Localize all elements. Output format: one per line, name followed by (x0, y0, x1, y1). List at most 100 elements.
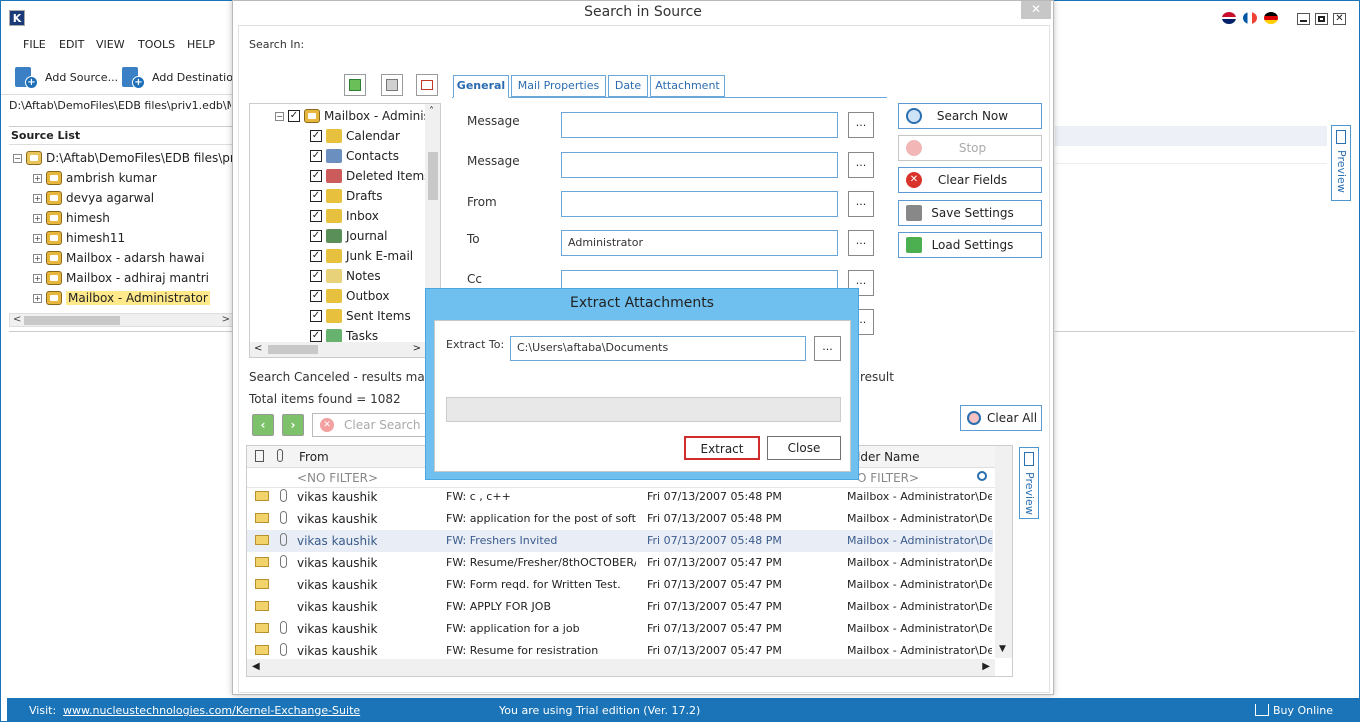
clear-all-button[interactable]: Clear All (960, 405, 1042, 431)
clear-search-button[interactable]: ✕ Clear Search (312, 413, 430, 437)
expand-icon[interactable]: + (33, 293, 42, 303)
extract-button[interactable]: Extract (684, 436, 760, 460)
add-source-button[interactable]: + Add Source... (13, 63, 118, 91)
checkbox[interactable]: ✓ (310, 210, 322, 222)
tab-date[interactable]: Date (608, 75, 648, 97)
source-item[interactable]: + ambrish kumar (33, 168, 157, 188)
scroll-right-icon[interactable]: > (413, 343, 421, 354)
menu-view[interactable]: VIEW (96, 38, 125, 51)
checkbox[interactable]: ✓ (310, 190, 322, 202)
folder-item[interactable]: ✓ Deleted Items (310, 166, 430, 186)
select-options-button[interactable] (416, 74, 438, 96)
uncheck-all-button[interactable] (381, 74, 403, 96)
scrollbar-thumb[interactable] (24, 316, 120, 325)
expand-icon[interactable]: + (33, 193, 42, 203)
from-filter[interactable]: <NO FILTER> (297, 471, 378, 485)
french-flag-icon[interactable] (1243, 12, 1257, 24)
column-folder-name[interactable]: lder Name (857, 450, 919, 464)
source-item[interactable]: + Mailbox - adhiraj mantri (33, 268, 209, 288)
message-2-browse-button[interactable]: ... (848, 152, 874, 178)
checkbox[interactable]: ✓ (310, 170, 322, 182)
scroll-left-icon[interactable]: ◀ (252, 661, 260, 672)
check-all-button[interactable] (344, 74, 366, 96)
folder-item[interactable]: ✓ Journal (310, 226, 388, 246)
close-window-button[interactable]: ✕ (1333, 13, 1346, 25)
folder-filter[interactable]: O FILTER> (857, 471, 919, 485)
search-now-button[interactable]: Search Now (898, 103, 1042, 129)
to-browse-button[interactable]: ... (848, 230, 874, 256)
menu-edit[interactable]: EDIT (59, 38, 84, 51)
expand-icon[interactable]: + (33, 233, 42, 243)
scroll-left-icon[interactable]: < (13, 314, 21, 325)
message-browse-button[interactable]: ... (848, 112, 874, 138)
scroll-left-icon[interactable]: < (254, 343, 262, 354)
search-icon[interactable] (977, 471, 987, 481)
scroll-right-icon[interactable]: > (222, 314, 230, 325)
source-root[interactable]: − D:\Aftab\DemoFiles\EDB files\pri (13, 148, 238, 168)
buy-online-link[interactable]: Buy Online (1273, 704, 1333, 717)
tab-mail-properties[interactable]: Mail Properties (511, 75, 606, 97)
table-row[interactable]: vikas kaushik FW: application for the pos… (247, 508, 993, 530)
folder-item[interactable]: ✓ Junk E-mail (310, 246, 413, 266)
scroll-down-icon[interactable]: ▼ (999, 644, 1006, 654)
preview-side-tab[interactable]: Preview (1331, 125, 1351, 201)
previous-button[interactable]: ‹ (252, 414, 274, 436)
column-from[interactable]: From (299, 450, 329, 464)
tab-attachment[interactable]: Attachment (650, 75, 725, 97)
table-row[interactable]: vikas kaushik FW: Resume/Fresher/8thOCTOB… (247, 552, 993, 574)
folder-root[interactable]: − ✓ Mailbox - Adminis (275, 106, 430, 126)
menu-help[interactable]: HELP (187, 38, 215, 51)
stop-button[interactable]: Stop (898, 135, 1042, 161)
table-row[interactable]: vikas kaushik FW: Freshers Invited Fri 07/… (247, 530, 993, 552)
collapse-icon[interactable]: − (13, 153, 22, 163)
to-input[interactable]: Administrator (561, 230, 838, 256)
folder-item[interactable]: ✓ Sent Items (310, 306, 411, 326)
scroll-right-icon[interactable]: ▶ (982, 661, 990, 672)
folder-tree-hscroll[interactable]: < > (250, 342, 425, 357)
folder-item[interactable]: ✓ Outbox (310, 286, 389, 306)
clear-fields-button[interactable]: ✕ Clear Fields (898, 167, 1042, 193)
checkbox[interactable]: ✓ (310, 130, 322, 142)
dialog-close-button[interactable]: ✕ (1021, 1, 1051, 19)
menu-file[interactable]: FILE (23, 38, 46, 51)
expand-icon[interactable]: + (33, 213, 42, 223)
scrollbar-thumb[interactable] (268, 345, 318, 354)
add-destination-button[interactable]: + Add Destination (120, 63, 240, 91)
load-settings-button[interactable]: Load Settings (898, 232, 1042, 258)
extract-to-input[interactable]: C:\Users\aftaba\Documents (510, 336, 806, 361)
extract-browse-button[interactable]: ... (814, 336, 841, 361)
table-row[interactable]: vikas kaushik FW: c , c++ Fri 07/13/2007 0… (247, 486, 993, 508)
tab-general[interactable]: General (453, 75, 509, 98)
website-link[interactable]: www.nucleustechnologies.com/Kernel-Excha… (63, 704, 360, 717)
source-item[interactable]: + devya agarwal (33, 188, 154, 208)
from-browse-button[interactable]: ... (848, 191, 874, 217)
save-settings-button[interactable]: Save Settings (898, 200, 1042, 226)
checkbox[interactable]: ✓ (310, 330, 322, 342)
source-list-scrollbar[interactable]: < > (9, 313, 233, 327)
grid-vscroll[interactable]: ▼ (995, 446, 1012, 658)
checkbox[interactable]: ✓ (310, 310, 322, 322)
table-row[interactable]: vikas kaushik FW: application for a job Fr… (247, 618, 993, 640)
source-item[interactable]: + himesh11 (33, 228, 125, 248)
checkbox[interactable]: ✓ (310, 290, 322, 302)
german-flag-icon[interactable] (1264, 12, 1278, 24)
checkbox[interactable]: ✓ (310, 150, 322, 162)
expand-icon[interactable]: + (33, 253, 42, 263)
folder-item[interactable]: ✓ Drafts (310, 186, 383, 206)
extract-close-button[interactable]: Close (767, 436, 841, 460)
next-button[interactable]: › (282, 414, 304, 436)
grid-hscroll[interactable]: ◀ ▶ (247, 659, 995, 676)
checkbox[interactable]: ✓ (288, 110, 300, 122)
checkbox[interactable]: ✓ (310, 230, 322, 242)
folder-item[interactable]: ✓ Notes (310, 266, 381, 286)
maximize-button[interactable] (1315, 13, 1328, 25)
english-flag-icon[interactable] (1222, 12, 1236, 24)
from-input[interactable] (561, 191, 838, 217)
collapse-icon[interactable]: − (275, 111, 284, 121)
table-row[interactable]: vikas kaushik FW: APPLY FOR JOB Fri 07/13/… (247, 596, 993, 618)
scroll-up-icon[interactable]: ˄ (429, 106, 434, 117)
menu-tools[interactable]: TOOLS (138, 38, 175, 51)
preview-side-tab-2[interactable]: Preview (1019, 447, 1039, 519)
checkbox[interactable]: ✓ (310, 250, 322, 262)
message-input[interactable] (561, 112, 838, 138)
